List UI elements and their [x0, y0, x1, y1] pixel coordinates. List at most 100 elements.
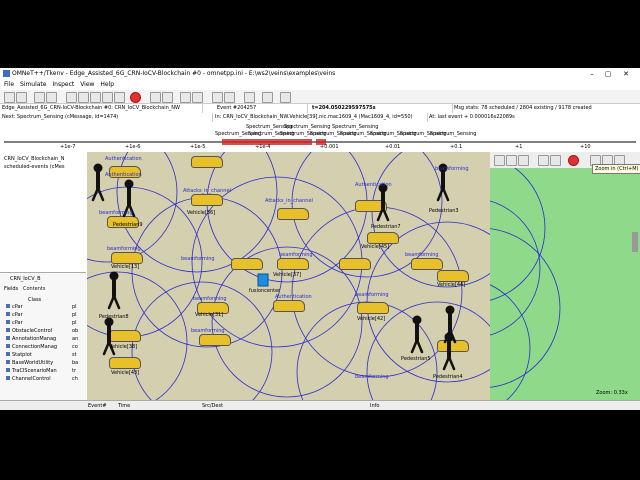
back-icon[interactable]: [494, 155, 505, 166]
canvas-label: Pedestrian3: [429, 208, 459, 214]
event-log-header: Event# Time Src/Dest Info: [0, 400, 640, 410]
fusion-center-icon[interactable]: [257, 273, 269, 287]
timeline-tick: +1e-4: [255, 144, 271, 150]
class-value: pl: [72, 304, 77, 310]
canvas-label: beamforming: [435, 166, 469, 172]
stop-icon[interactable]: [568, 155, 579, 166]
class-name: ChannelControl: [12, 376, 51, 382]
list-item[interactable]: BaseWorldUtility: [6, 360, 53, 367]
list-item[interactable]: cPar: [6, 312, 23, 319]
pedestrian-icon[interactable]: [91, 163, 105, 202]
express-run-icon[interactable]: [102, 92, 113, 103]
run-icon[interactable]: [78, 92, 89, 103]
canvas-label: Authentication: [105, 172, 142, 178]
column-time: Time: [118, 403, 131, 409]
tool-icon[interactable]: [280, 92, 291, 103]
canvas-label: Pedestrian5: [401, 356, 431, 362]
window-title: OMNeT++/Tkenv - Edge_Assisted_6G_CRN-IoC…: [12, 70, 336, 77]
list-item[interactable]: ChannelControl: [6, 376, 51, 383]
forward-icon[interactable]: [506, 155, 517, 166]
minimize-button[interactable]: –: [584, 69, 600, 79]
tab-contents[interactable]: Contents: [22, 286, 47, 292]
menu-simulate[interactable]: Simulate: [20, 80, 47, 90]
tab-fields[interactable]: Fields: [4, 286, 18, 292]
pedestrian-icon[interactable]: [376, 183, 390, 222]
class-value: st: [72, 352, 77, 358]
pedestrian-icon[interactable]: [442, 332, 456, 371]
network-canvas[interactable]: Authentication Authentication Attacks_in…: [87, 152, 490, 400]
canvas-label: beamforming: [355, 292, 389, 298]
layer-icon[interactable]: [550, 155, 561, 166]
column-info: Info: [370, 403, 380, 409]
class-value: pl: [72, 320, 77, 326]
list-item[interactable]: AnnotationManag: [6, 336, 56, 343]
network-status: Edge_Assisted_6G_CRN-IoCV-Blockchain #0:…: [0, 104, 203, 113]
menu-view[interactable]: View: [80, 80, 94, 90]
timeline-tick: +1e-5: [190, 144, 206, 150]
maximize-button[interactable]: ▢: [600, 69, 616, 79]
canvas-label: Vehicle[44]: [437, 282, 466, 288]
list-item[interactable]: cPar: [6, 304, 23, 311]
timeline-tick: +1e-6: [125, 144, 141, 150]
close-button[interactable]: ✕: [618, 69, 634, 79]
tree-item-network[interactable]: CRN_IoCV_Blockchain_N: [4, 156, 64, 162]
find-icon[interactable]: [150, 92, 161, 103]
rebuild-icon[interactable]: [46, 92, 57, 103]
inspect-icon[interactable]: [192, 92, 203, 103]
list-item[interactable]: ObstacleControl: [6, 328, 52, 335]
network-icon[interactable]: [180, 92, 191, 103]
canvas-label: Vehicle[36]: [187, 210, 216, 216]
timeline[interactable]: Spectrum_Sensing Spectrum_Sensing Spectr…: [0, 122, 640, 153]
profile-icon[interactable]: [244, 92, 255, 103]
class-value: tr: [72, 368, 77, 374]
column-src-dest: Src/Dest: [202, 403, 224, 409]
class-name: TraCIScenarioMan: [12, 368, 57, 374]
canvas-label: beamforming: [405, 252, 439, 258]
canvas-label: beamforming: [181, 256, 215, 262]
menu-help[interactable]: Help: [100, 80, 114, 90]
timeline-tick: +0.1: [450, 144, 463, 150]
module-canvas[interactable]: Zoom: 0.33x: [490, 152, 640, 400]
class-value: co: [72, 344, 78, 350]
options-icon[interactable]: [212, 92, 223, 103]
open-icon[interactable]: [4, 92, 15, 103]
step-icon[interactable]: [66, 92, 77, 103]
inspector-title: CRN_IoCV_B: [10, 276, 41, 282]
vertical-scrollbar[interactable]: [632, 232, 638, 252]
sim-time: t=204.050229597575s: [310, 104, 453, 113]
timeline-tick: +0.01: [385, 144, 401, 150]
list-item[interactable]: Statplot: [6, 352, 32, 359]
app-icon: [3, 70, 10, 77]
list-item[interactable]: ConnectionManag: [6, 344, 57, 351]
relayout-icon[interactable]: [538, 155, 549, 166]
up-icon[interactable]: [518, 155, 529, 166]
fast-run-icon[interactable]: [90, 92, 101, 103]
class-name: BaseWorldUtility: [12, 360, 54, 366]
timeline-event-label: Spectrum_Sensing: [332, 124, 379, 130]
new-run-icon[interactable]: [34, 92, 45, 103]
list-item[interactable]: TraCIScenarioMan: [6, 368, 57, 375]
class-value: an: [72, 336, 79, 342]
timeline-tick: +10: [580, 144, 591, 150]
tree-item-scheduled-events[interactable]: scheduled-events (cMes: [4, 164, 65, 170]
run-until-icon[interactable]: [114, 92, 125, 103]
save-icon[interactable]: [16, 92, 27, 103]
canvas-label: Vehicle[13]: [111, 264, 140, 270]
canvas-label: Authentication: [105, 156, 142, 162]
class-value: ba: [72, 360, 79, 366]
menu-file[interactable]: File: [4, 80, 14, 90]
stop-icon[interactable]: [130, 92, 141, 103]
pedestrian-icon[interactable]: [410, 315, 424, 354]
chart-icon[interactable]: [224, 92, 235, 103]
menu-inspect[interactable]: Inspect: [52, 80, 74, 90]
msg-stats: Msg stats: 78 scheduled / 2804 existing …: [454, 105, 592, 111]
log-icon[interactable]: [162, 92, 173, 103]
canvas-label: Vehicle[45]: [361, 244, 390, 250]
event-number: Event #204257: [215, 104, 308, 113]
pedestrian-icon[interactable]: [107, 271, 121, 310]
recorder-icon[interactable]: [262, 92, 273, 103]
canvas-label: Pedestrian9: [113, 222, 143, 228]
canvas-label: Pedestrian8: [99, 314, 129, 320]
list-item[interactable]: cPar: [6, 320, 23, 327]
canvas-label: Authentication: [275, 294, 312, 300]
